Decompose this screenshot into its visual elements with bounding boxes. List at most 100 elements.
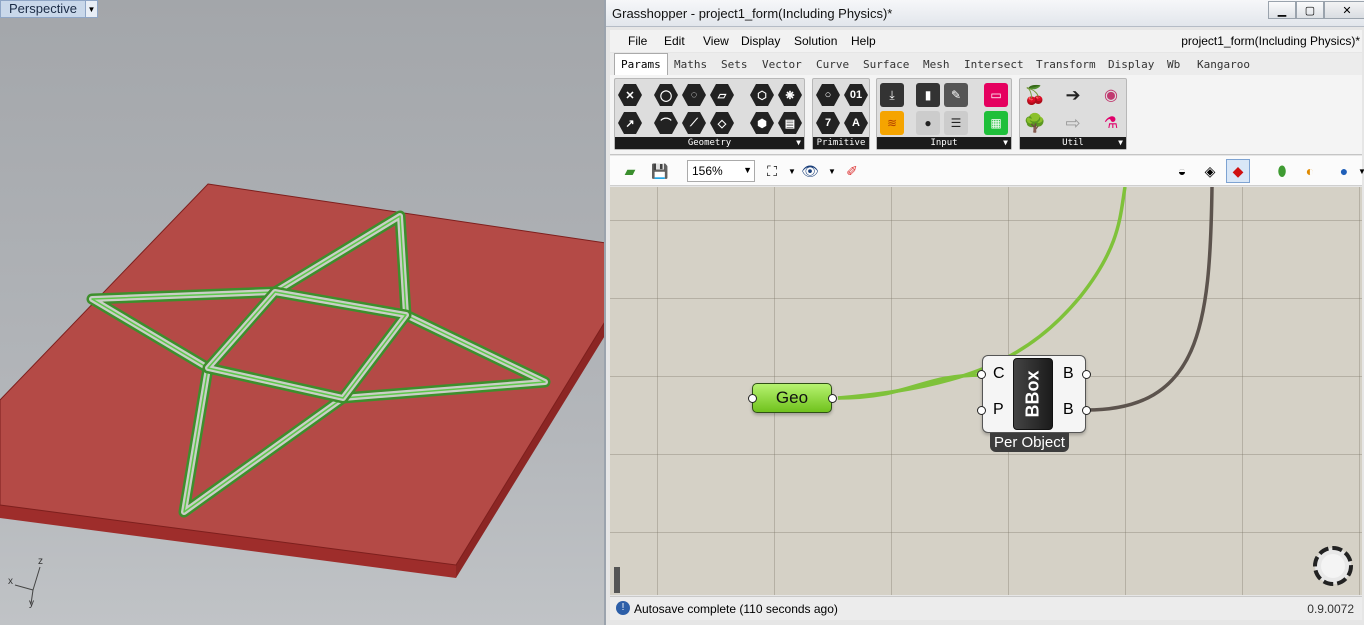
group-label-primitive: Primitive: [816, 138, 866, 148]
navigation-wheel-icon[interactable]: [1310, 543, 1356, 589]
flask-icon[interactable]: ⚗: [1098, 110, 1124, 136]
window-title: Grasshopper - project1_form(Including Ph…: [612, 6, 893, 21]
vector-param-icon[interactable]: ↗: [617, 110, 643, 136]
box-param-icon[interactable]: ⬡: [749, 82, 775, 108]
chevron-down-icon[interactable]: ▼: [1350, 159, 1364, 183]
tab-surface[interactable]: Surface: [863, 58, 909, 71]
tab-wb[interactable]: Wb: [1167, 58, 1180, 71]
plane-param-icon[interactable]: ▤: [777, 110, 803, 136]
definition-canvas[interactable]: Geo C P BBox B B Per Object: [610, 187, 1362, 595]
bbox-component[interactable]: C P BBox B B: [982, 355, 1086, 433]
bbox-input-p: P: [993, 401, 1004, 418]
bbox-wire: [1085, 187, 1214, 412]
curve-param-icon[interactable]: ◌: [681, 82, 707, 108]
point-param-icon[interactable]: ◇: [709, 110, 735, 136]
menu-edit[interactable]: Edit: [664, 34, 685, 48]
rhino-perspective-viewport[interactable]: Perspective ▼ z x y: [0, 0, 606, 625]
control-knob-icon[interactable]: ●: [915, 110, 941, 136]
tab-params[interactable]: Params: [614, 53, 668, 75]
geometry-param-icon[interactable]: ✕: [617, 82, 643, 108]
tab-mesh[interactable]: Mesh: [923, 58, 950, 71]
minimize-button[interactable]: ▁: [1268, 1, 1296, 19]
menu-file[interactable]: File: [628, 34, 647, 48]
relay-icon[interactable]: ➔: [1060, 82, 1086, 108]
axis-label-z: z: [38, 556, 43, 567]
circle-param-icon[interactable]: ◯: [653, 82, 679, 108]
button-icon[interactable]: ✎: [943, 82, 969, 108]
sketch-icon[interactable]: ✐: [840, 159, 864, 183]
jump-icon[interactable]: ⇨: [1060, 110, 1086, 136]
cherry-picker-icon[interactable]: 🍒: [1022, 82, 1048, 108]
bbox-port-p[interactable]: [977, 406, 986, 415]
tree-icon[interactable]: 🌳: [1022, 110, 1048, 136]
mesh-param-icon[interactable]: ❋: [777, 82, 803, 108]
zoom-select[interactable]: 156% ▼: [687, 160, 755, 182]
group-label-geometry: Geometry: [687, 138, 732, 148]
tab-curve[interactable]: Curve: [816, 58, 849, 71]
maximize-button[interactable]: ▢: [1296, 1, 1324, 19]
boolean-param-icon[interactable]: ○: [815, 82, 841, 108]
geo-param-node[interactable]: Geo: [752, 383, 832, 413]
tab-kangaroo[interactable]: Kangaroo: [1197, 58, 1250, 71]
canvas-scrollbar[interactable]: [614, 567, 620, 593]
gradient-icon[interactable]: ▦: [983, 110, 1009, 136]
surface-param-icon[interactable]: ▱: [709, 82, 735, 108]
fitness-icon[interactable]: ◉: [1098, 82, 1124, 108]
viewport-title[interactable]: Perspective ▼: [0, 0, 98, 18]
group-input: ⤓ ≋ ▮ ✎ ● ☰ ▭ ▦ Input ▼: [876, 78, 1012, 150]
viewport-menu-arrow-icon[interactable]: ▼: [85, 0, 98, 18]
group-util: 🍒 🌳 ➔ ⇨ ◉ ⚗ Util ▼: [1019, 78, 1127, 150]
preview-selected-icon[interactable]: ◆: [1226, 159, 1250, 183]
geo-output-port[interactable]: [828, 394, 837, 403]
toggle-icon[interactable]: ▮: [915, 82, 941, 108]
menu-solution[interactable]: Solution: [794, 34, 837, 48]
graph-mapper-icon[interactable]: ≋: [879, 110, 905, 136]
chevron-down-icon[interactable]: ▼: [743, 165, 752, 175]
bake-icon[interactable]: ⬮: [1270, 159, 1294, 183]
brep-param-icon[interactable]: ⬢: [749, 110, 775, 136]
bbox-output-b2: B: [1063, 401, 1074, 418]
tab-display[interactable]: Display: [1108, 58, 1154, 71]
bbox-port-b1[interactable]: [1082, 370, 1091, 379]
panel-icon[interactable]: ⤓: [879, 82, 905, 108]
component-ribbon: ✕ ↗ ◯ ◌ ▱ ⌒ ⟋ ◇ ⬡ ❋ ⬢ ▤ Geometry ▼ ○ 01 7…: [610, 75, 1362, 155]
open-file-icon[interactable]: ▰: [618, 159, 642, 183]
expand-arrow-icon[interactable]: ▼: [1003, 137, 1008, 149]
expand-arrow-icon[interactable]: ▼: [796, 137, 801, 149]
title-bar[interactable]: Grasshopper - project1_form(Including Ph…: [606, 0, 1364, 27]
menu-help[interactable]: Help: [851, 34, 876, 48]
red-slab[interactable]: [0, 183, 606, 566]
tab-transform[interactable]: Transform: [1036, 58, 1096, 71]
geo-input-port[interactable]: [748, 394, 757, 403]
tab-maths[interactable]: Maths: [674, 58, 707, 71]
tab-vector[interactable]: Vector: [762, 58, 802, 71]
value-list-icon[interactable]: ☰: [943, 110, 969, 136]
bbox-port-c[interactable]: [977, 370, 986, 379]
material-icon[interactable]: ◐: [1298, 159, 1322, 183]
tab-sets[interactable]: Sets: [721, 58, 748, 71]
eye-icon[interactable]: 👁: [798, 159, 822, 183]
preview-shaded-icon[interactable]: ◈: [1198, 159, 1222, 183]
menu-view[interactable]: View: [703, 34, 729, 48]
line-param-icon[interactable]: ⟋: [681, 110, 707, 136]
bbox-port-b2[interactable]: [1082, 406, 1091, 415]
viewport-name[interactable]: Perspective: [0, 0, 86, 18]
grasshopper-window: Grasshopper - project1_form(Including Ph…: [604, 0, 1364, 625]
close-button[interactable]: ✕: [1324, 1, 1364, 19]
save-file-icon[interactable]: 💾: [648, 159, 672, 183]
version-label: 0.9.0072: [1307, 602, 1354, 616]
tab-intersect[interactable]: Intersect: [964, 58, 1024, 71]
preview-wireframe-icon[interactable]: ◒: [1170, 159, 1194, 183]
menu-display[interactable]: Display: [741, 34, 780, 48]
number-slider-icon[interactable]: ▭: [983, 82, 1009, 108]
text-param-icon[interactable]: A: [843, 110, 869, 136]
group-label-util: Util: [1062, 138, 1084, 148]
geo-node-label: Geo: [775, 388, 809, 407]
status-message: Autosave complete (110 seconds ago): [634, 602, 838, 616]
bbox-input-c: C: [993, 365, 1005, 382]
arc-param-icon[interactable]: ⌒: [653, 110, 679, 136]
expand-arrow-icon[interactable]: ▼: [1118, 137, 1123, 149]
number-param-icon[interactable]: 01: [843, 82, 869, 108]
bbox-label: BBox: [1022, 370, 1043, 418]
integer-param-icon[interactable]: 7: [815, 110, 841, 136]
